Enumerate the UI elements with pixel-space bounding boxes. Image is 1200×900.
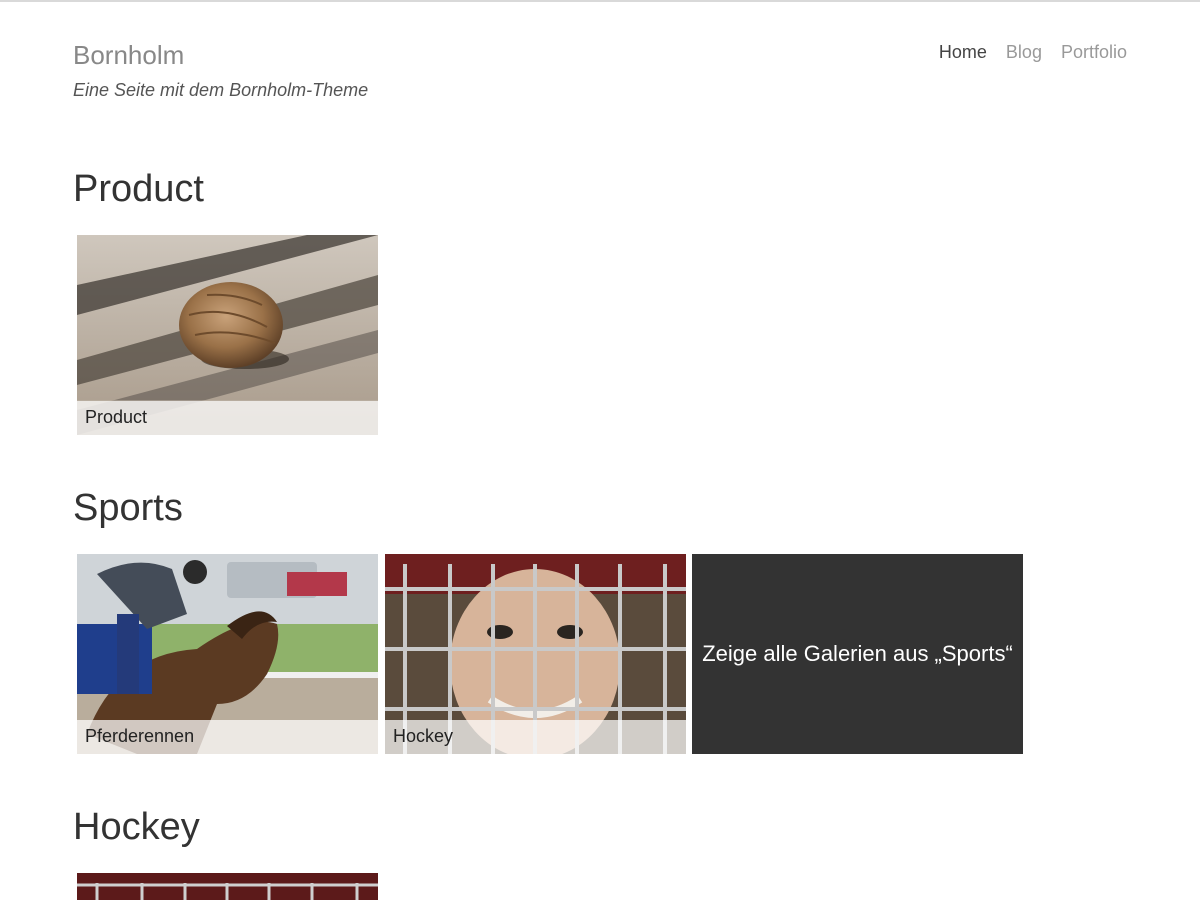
gallery-tile-product[interactable]: Product	[77, 235, 378, 435]
gallery-tile-pferderennen[interactable]: Pferderennen	[77, 554, 378, 754]
gallery-caption: Product	[77, 401, 378, 435]
main-nav: Home Blog Portfolio	[939, 42, 1127, 63]
gallery-caption: Hockey	[385, 720, 686, 754]
section-title-hockey[interactable]: Hockey	[73, 806, 200, 849]
nav-item-home[interactable]: Home	[939, 42, 987, 63]
section-title-sports[interactable]: Sports	[73, 487, 183, 530]
top-border	[0, 0, 1200, 2]
gallery-tile-hockey[interactable]: Hockey	[385, 554, 686, 754]
section-title-product[interactable]: Product	[73, 168, 204, 211]
site-tagline: Eine Seite mit dem Bornholm-Theme	[73, 80, 369, 100]
hockey-helmet-photo	[77, 873, 378, 900]
show-all-sports-galleries-link[interactable]: Zeige alle Galerien aus „Sports“	[692, 554, 1023, 754]
nav-item-blog[interactable]: Blog	[1006, 42, 1042, 63]
nav-item-portfolio[interactable]: Portfolio	[1061, 42, 1127, 63]
gallery-tile-hockey-partial[interactable]	[77, 873, 378, 900]
gallery-caption: Pferderennen	[77, 720, 378, 754]
site-title-link[interactable]: Bornholm	[73, 40, 184, 71]
